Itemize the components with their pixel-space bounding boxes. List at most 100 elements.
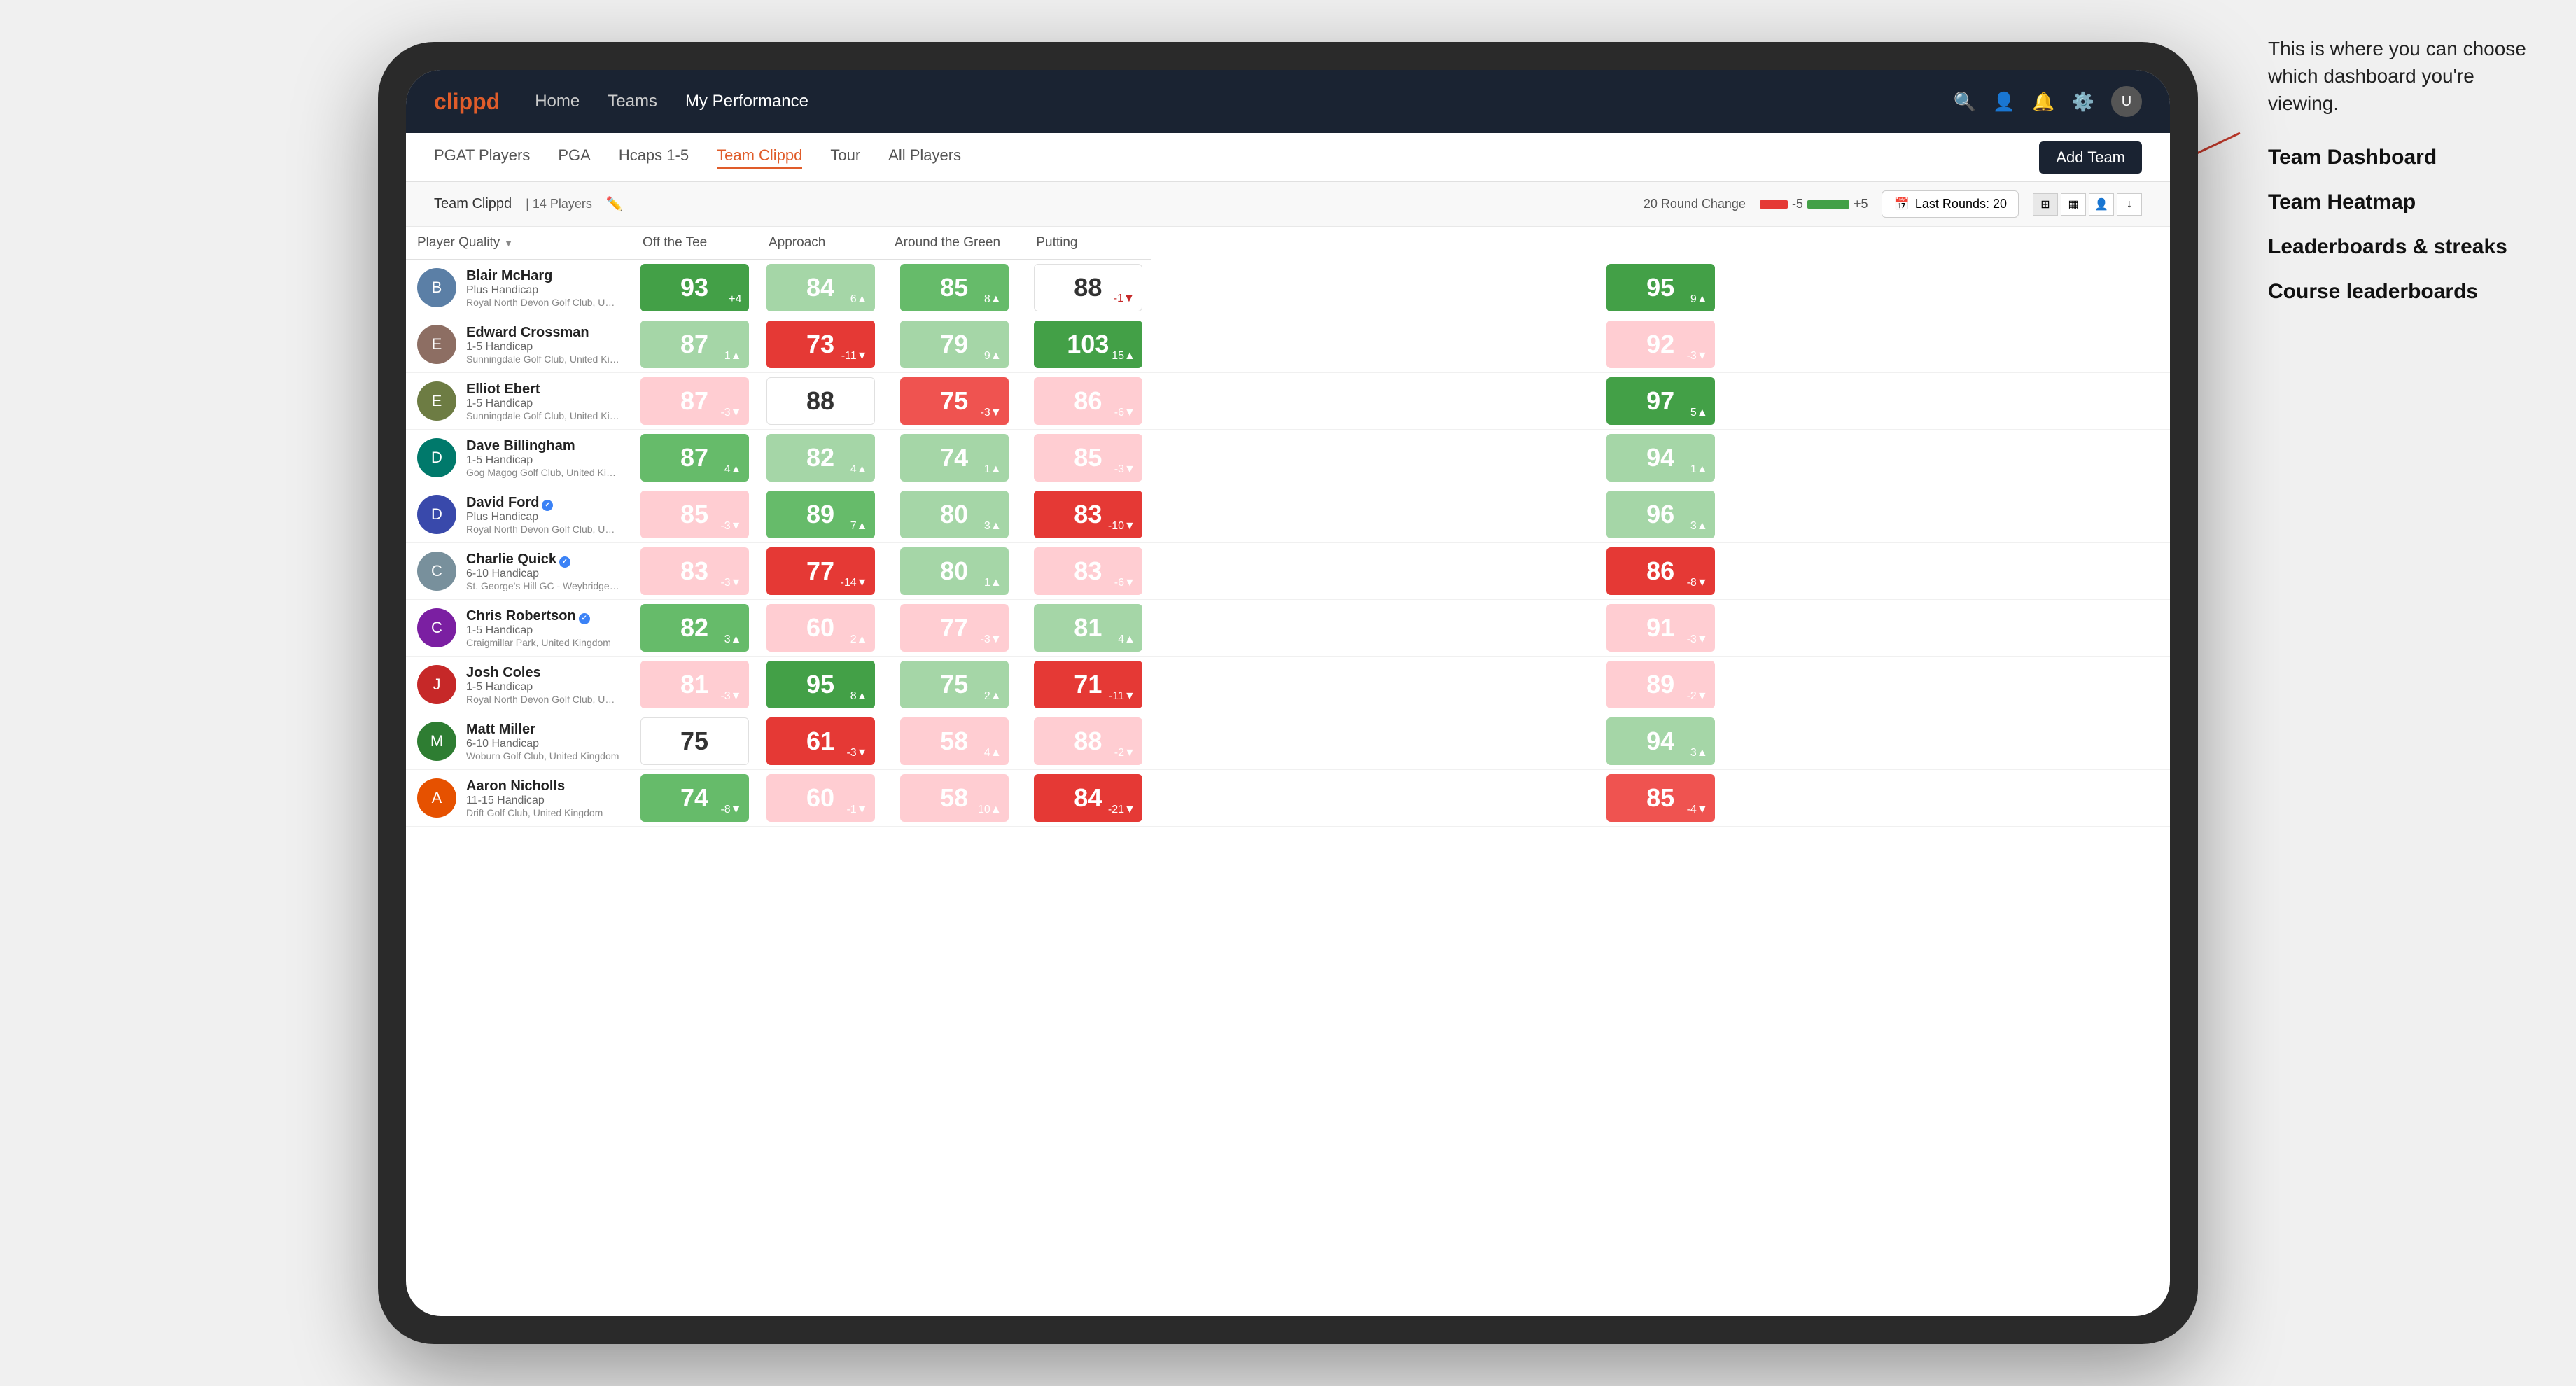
player-name: Charlie Quick✓ [466, 552, 620, 568]
player-name: Matt Miller [466, 722, 620, 738]
round-change-bar: -5 +5 [1760, 197, 1868, 211]
score-box: 96 3▲ [1606, 491, 1715, 538]
sort-arrow-tee[interactable]: — [711, 237, 721, 248]
view-download-button[interactable]: ↓ [2117, 193, 2142, 216]
nav-icons: 🔍 👤 🔔 ⚙️ U [1954, 86, 2143, 117]
score-change: -1▼ [846, 804, 867, 816]
table-row[interactable]: E Edward Crossman 1-5 Handicap Sunningda… [406, 316, 2170, 373]
main-content: Player Quality ▼ Off the Tee — Approach … [406, 227, 2170, 1316]
sort-arrow-putting[interactable]: — [1082, 237, 1091, 248]
nav-link-myperformance[interactable]: My Performance [685, 92, 808, 111]
score-cell-player_quality: 82 3▲ [631, 600, 757, 657]
score-box: 91 -3▼ [1606, 604, 1715, 652]
score-box: 58 10▲ [900, 774, 1009, 822]
view-buttons: ⊞ ▦ 👤 ↓ [2033, 193, 2142, 216]
score-cell-around_green: 84 -21▼ [1025, 770, 1151, 827]
sort-arrow-approach[interactable]: — [830, 237, 839, 248]
score-box: 103 15▲ [1034, 321, 1142, 368]
score-value: 60 [806, 783, 834, 813]
player-avatar: C [417, 608, 456, 648]
last-rounds-button[interactable]: 📅 Last Rounds: 20 [1882, 190, 2019, 218]
score-cell-player_quality: 81 -3▼ [631, 657, 757, 713]
player-cell-5: C Charlie Quick✓ 6-10 Handicap St. Georg… [406, 543, 631, 600]
nav-logo: clippd [434, 89, 500, 115]
search-icon[interactable]: 🔍 [1954, 91, 1976, 113]
score-value: 97 [1646, 386, 1674, 416]
bar-pos [1807, 200, 1849, 209]
sort-arrow[interactable]: ▼ [504, 237, 514, 248]
player-avatar: D [417, 438, 456, 477]
score-change: -8▼ [1687, 577, 1708, 589]
table-row[interactable]: E Elliot Ebert 1-5 Handicap Sunningdale … [406, 373, 2170, 430]
add-team-button[interactable]: Add Team [2039, 141, 2142, 174]
sub-nav-hcaps[interactable]: Hcaps 1-5 [619, 146, 689, 169]
score-cell-off_tee: 61 -3▼ [757, 713, 883, 770]
score-value: 77 [806, 556, 834, 586]
score-cell-approach: 79 9▲ [883, 316, 1025, 373]
table-row[interactable]: B Blair McHarg Plus Handicap Royal North… [406, 260, 2170, 316]
sub-nav-pga[interactable]: PGA [558, 146, 590, 169]
score-value: 95 [1646, 273, 1674, 302]
score-change: 2▲ [850, 634, 868, 646]
sort-arrow-green[interactable]: — [1004, 237, 1014, 248]
score-change: 9▲ [984, 350, 1002, 363]
score-box: 94 1▲ [1606, 434, 1715, 482]
score-change: 8▲ [984, 293, 1002, 306]
score-change: 4▲ [984, 747, 1002, 760]
score-value: 85 [1074, 443, 1102, 472]
score-change: 4▲ [850, 463, 868, 476]
player-avatar: E [417, 382, 456, 421]
view-heatmap-button[interactable]: ▦ [2061, 193, 2086, 216]
score-value: 60 [806, 613, 834, 643]
score-cell-off_tee: 88 [757, 373, 883, 430]
table-row[interactable]: D David Ford✓ Plus Handicap Royal North … [406, 486, 2170, 543]
score-box: 88 -2▼ [1034, 718, 1142, 765]
score-cell-approach: 75 2▲ [883, 657, 1025, 713]
player-info: Dave Billingham 1-5 Handicap Gog Magog G… [466, 438, 620, 478]
view-user-button[interactable]: 👤 [2089, 193, 2114, 216]
score-value: 82 [806, 443, 834, 472]
player-club: Royal North Devon Golf Club, United King… [466, 694, 620, 705]
score-cell-around_green: 71 -11▼ [1025, 657, 1151, 713]
player-handicap: 6-10 Handicap [466, 568, 620, 580]
score-cell-putting: 89 -2▼ [1151, 657, 2170, 713]
table-row[interactable]: C Chris Robertson✓ 1-5 Handicap Craigmil… [406, 600, 2170, 657]
score-cell-putting: 94 1▲ [1151, 430, 2170, 486]
user-avatar[interactable]: U [2111, 86, 2142, 117]
score-box: 81 4▲ [1034, 604, 1142, 652]
score-change: -11▼ [841, 350, 868, 363]
sub-nav-tour[interactable]: Tour [830, 146, 860, 169]
score-value: 86 [1074, 386, 1102, 416]
score-value: 87 [680, 386, 708, 416]
nav-link-teams[interactable]: Teams [608, 92, 657, 111]
bell-icon[interactable]: 🔔 [2032, 91, 2054, 113]
col-player: Player Quality ▼ [406, 227, 631, 260]
score-cell-off_tee: 60 2▲ [757, 600, 883, 657]
table-row[interactable]: A Aaron Nicholls 11-15 Handicap Drift Go… [406, 770, 2170, 827]
score-box: 88 -1▼ [1034, 264, 1142, 312]
table-row[interactable]: D Dave Billingham 1-5 Handicap Gog Magog… [406, 430, 2170, 486]
player-club: Sunningdale Golf Club, United Kingdom [466, 354, 620, 365]
score-change: -3▼ [1687, 350, 1708, 363]
sub-nav-teamclippd[interactable]: Team Clippd [717, 146, 802, 169]
player-avatar: B [417, 268, 456, 307]
view-grid-button[interactable]: ⊞ [2033, 193, 2058, 216]
sub-nav-pgat[interactable]: PGAT Players [434, 146, 530, 169]
score-value: 88 [1074, 273, 1102, 302]
tablet-screen: clippd Home Teams My Performance 🔍 👤 🔔 ⚙… [406, 70, 2170, 1316]
nav-link-home[interactable]: Home [535, 92, 580, 111]
table-row[interactable]: J Josh Coles 1-5 Handicap Royal North De… [406, 657, 2170, 713]
player-club: St. George's Hill GC - Weybridge - Surre… [466, 580, 620, 592]
table-row[interactable]: C Charlie Quick✓ 6-10 Handicap St. Georg… [406, 543, 2170, 600]
profile-icon[interactable]: 👤 [1993, 91, 2015, 113]
player-avatar: J [417, 665, 456, 704]
score-cell-player_quality: 74 -8▼ [631, 770, 757, 827]
player-cell-1: E Edward Crossman 1-5 Handicap Sunningda… [406, 316, 631, 373]
player-info: Edward Crossman 1-5 Handicap Sunningdale… [466, 325, 620, 365]
edit-icon[interactable]: ✏️ [606, 195, 624, 213]
nav-bar: clippd Home Teams My Performance 🔍 👤 🔔 ⚙… [406, 70, 2170, 133]
settings-icon[interactable]: ⚙️ [2072, 91, 2094, 113]
score-box: 75 2▲ [900, 661, 1009, 708]
sub-nav-allplayers[interactable]: All Players [888, 146, 961, 169]
table-row[interactable]: M Matt Miller 6-10 Handicap Woburn Golf … [406, 713, 2170, 770]
